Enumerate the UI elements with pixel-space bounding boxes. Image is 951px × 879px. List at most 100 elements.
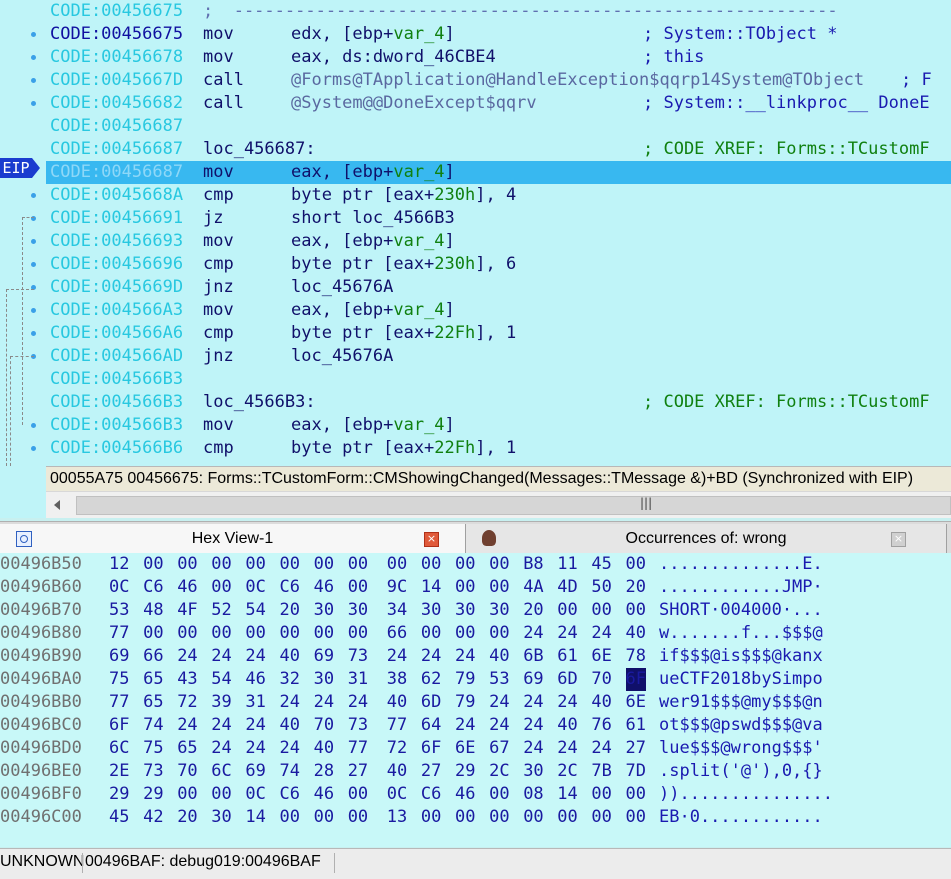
hex-ascii[interactable]: SHORT·004000·... [659,599,823,622]
hex-byte[interactable]: 24 [177,645,197,668]
hex-ascii[interactable]: wer91$$$@my$$$@n [659,691,823,714]
hex-byte[interactable]: 00 [421,806,441,829]
hex-ascii[interactable]: lue$$$@wrong$$$' [659,737,823,760]
hex-byte[interactable]: 08 [523,783,543,806]
hex-byte[interactable]: 40 [280,645,300,668]
operands[interactable]: eax, ds:dword_46CBE4 [291,46,496,69]
hex-row[interactable]: 00496BB0 77 65 72 39 31 24 24 24 40 6D 79 24 24 24 40 6E… [0,691,951,714]
hex-byte[interactable]: 69 [245,760,265,783]
disasm-line[interactable]: CODE:004566A3 mov eax, [ebp+var_4] [46,299,951,322]
disasm-line[interactable]: CODE:0045667D call @Forms@TApplication@Han… [46,69,951,92]
hex-byte[interactable]: 66 [387,622,407,645]
operands[interactable]: eax, [ebp+var_4] [291,230,455,253]
hex-byte[interactable]: 24 [245,714,265,737]
hex-ascii[interactable]: ot$$$@pswd$$$@va [659,714,823,737]
operands[interactable]: byte ptr [eax+230h], 4 [291,184,516,207]
hex-byte[interactable]: 45 [591,553,611,576]
disasm-line[interactable]: CODE:00456682 call @System@@DoneExcept$qqr… [46,92,951,115]
hex-row[interactable]: 00496B70 53 48 4F 52 54 20 30 30 34 30 30 30 20 00 00 00… [0,599,951,622]
hex-byte[interactable]: 00 [421,553,441,576]
hex-byte[interactable]: 24 [489,691,509,714]
hex-byte[interactable]: 46 [245,668,265,691]
hex-byte[interactable]: 61 [557,645,577,668]
breakpoint-dot-icon[interactable] [31,308,36,313]
operands[interactable]: eax, [ebp+var_4] [291,299,455,322]
hex-byte[interactable]: C6 [280,783,300,806]
hex-byte[interactable]: 20 [626,576,646,599]
operands[interactable]: @System@@DoneExcept$qqrv [291,92,537,115]
hex-byte[interactable]: 62 [421,668,441,691]
hex-byte[interactable]: 24 [211,645,231,668]
hex-byte[interactable]: 0C [245,783,265,806]
hex-byte[interactable]: 2C [557,760,577,783]
hex-byte[interactable]: 65 [177,737,197,760]
hex-byte[interactable]: 45 [109,806,129,829]
hex-byte[interactable]: 30 [523,760,543,783]
hex-byte[interactable]: 0C [109,576,129,599]
hex-byte[interactable]: 70 [591,668,611,691]
hex-view[interactable]: 00496B50 12 00 00 00 00 00 00 00 00 00 00 00 B8 11 45 00… [0,553,951,847]
hex-byte[interactable]: 00 [348,576,368,599]
hex-row[interactable]: 00496B50 12 00 00 00 00 00 00 00 00 00 00 00 B8 11 45 00… [0,553,951,576]
hex-byte[interactable]: 14 [245,806,265,829]
hex-byte[interactable]: 00 [177,622,197,645]
hex-byte[interactable]: 00 [177,783,197,806]
operand-symbol[interactable]: var_4 [393,231,444,251]
xref-comment[interactable]: ; CODE XREF: Forms::TCustomF [643,391,930,414]
operand-symbol[interactable]: var_4 [393,162,444,182]
hex-byte[interactable]: 00 [489,806,509,829]
hex-byte[interactable]: 20 [280,599,300,622]
scrollbar-thumb[interactable] [76,496,951,515]
hex-byte[interactable]: 00 [348,783,368,806]
disasm-line[interactable]: CODE:004566AD jnz loc_45676A [46,345,951,368]
breakpoint-dot-icon[interactable] [31,193,36,198]
hex-ascii[interactable]: ueCTF2018bySimpo [659,668,823,691]
disasm-line[interactable]: CODE:004566B6 cmp byte ptr [eax+22Fh], 1 [46,437,951,460]
hex-byte[interactable]: 00 [314,806,334,829]
hex-row[interactable]: 00496BC0 6F 74 24 24 24 40 70 73 77 64 24 24 24 40 76 61… [0,714,951,737]
hex-byte[interactable]: 00 [211,622,231,645]
hex-byte[interactable]: 73 [348,714,368,737]
hex-byte[interactable]: 52 [211,599,231,622]
hex-byte[interactable]: 00 [348,553,368,576]
hex-byte[interactable]: 40 [591,691,611,714]
operands[interactable]: byte ptr [eax+230h], 6 [291,253,516,276]
hex-byte[interactable]: 40 [626,622,646,645]
hex-byte[interactable]: 31 [245,691,265,714]
disasm-line[interactable]: CODE:0045669D jnz loc_45676A [46,276,951,299]
hex-byte[interactable]: 24 [348,691,368,714]
disasm-line[interactable]: CODE:00456678 mov eax, ds:dword_46CBE4 ; th… [46,46,951,69]
disasm-line[interactable]: CODE:00456675 ; -------------------------… [46,0,951,23]
hex-byte[interactable]: 00 [489,553,509,576]
scroll-left-arrow-icon[interactable] [54,500,60,510]
hex-byte[interactable]: 27 [348,760,368,783]
code-label[interactable]: loc_4566B3: [203,391,316,414]
hex-byte[interactable]: 34 [387,599,407,622]
hex-byte[interactable]: 00 [557,806,577,829]
hex-byte[interactable]: 24 [489,714,509,737]
hex-byte[interactable]: 40 [387,691,407,714]
hex-ascii[interactable]: w.......f...$$$@ [659,622,823,645]
hex-byte[interactable]: 24 [523,691,543,714]
hex-byte[interactable]: C6 [421,783,441,806]
hex-byte[interactable]: 00 [143,622,163,645]
hex-byte[interactable]: 00 [626,806,646,829]
operands[interactable]: eax, [ebp+var_4] [291,414,455,437]
hex-byte[interactable]: 00 [280,806,300,829]
hex-byte[interactable]: 30 [211,806,231,829]
operand-symbol[interactable]: var_4 [393,415,444,435]
hex-byte[interactable]: 6F [625,668,646,691]
operands[interactable]: edx, [ebp+var_4] [291,23,455,46]
hex-byte[interactable]: 14 [421,576,441,599]
hex-byte[interactable]: 00 [314,553,334,576]
hex-ascii[interactable]: .split('@'),0,{} [659,760,823,783]
operands[interactable]: short loc_4566B3 [291,207,455,230]
disassembly-view[interactable]: EIP CODE:00456675 ; ---------------------… [0,0,951,466]
hex-ascii[interactable]: ..............E. [659,553,823,576]
disasm-line[interactable]: CODE:00456693 mov eax, [ebp+var_4] [46,230,951,253]
hex-byte[interactable]: 00 [455,576,475,599]
hex-byte[interactable]: 75 [143,737,163,760]
hex-byte[interactable]: 24 [455,714,475,737]
hex-byte[interactable]: 69 [109,645,129,668]
hex-byte[interactable]: 4A [523,576,543,599]
